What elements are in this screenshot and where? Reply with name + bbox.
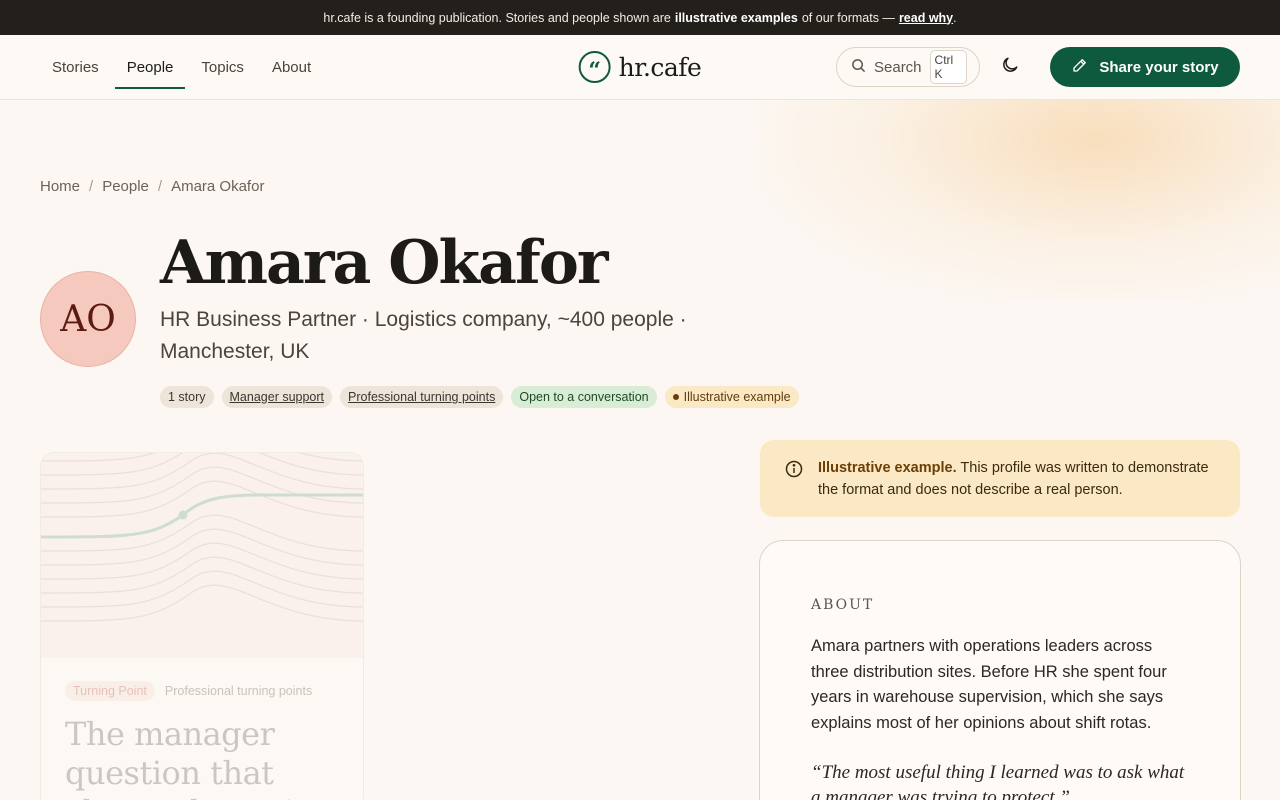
nav-item-people[interactable]: People bbox=[114, 35, 186, 99]
share-story-button[interactable]: Share your story bbox=[1050, 47, 1240, 87]
story-card-topic: Professional turning points bbox=[164, 684, 313, 698]
story-card-illustration bbox=[41, 453, 363, 658]
breadcrumb-separator: / bbox=[157, 178, 163, 195]
breadcrumb-home[interactable]: Home bbox=[40, 178, 80, 195]
search-button[interactable]: Search Ctrl K bbox=[836, 47, 980, 87]
search-icon bbox=[851, 58, 866, 77]
breadcrumb: Home / People / Amara Okafor bbox=[40, 178, 264, 195]
avatar: AO bbox=[40, 271, 136, 367]
nav-item-topics[interactable]: Topics bbox=[189, 35, 256, 99]
announcement-banner: hr.cafe is a founding publication. Stori… bbox=[0, 0, 1280, 35]
nav-item-stories[interactable]: Stories bbox=[40, 35, 111, 99]
banner-bold: illustrative examples bbox=[674, 10, 798, 25]
story-card[interactable]: Turning Point Professional turning point… bbox=[40, 452, 364, 800]
turning-point-badge: Turning Point bbox=[65, 681, 155, 701]
logo-text: hr.cafe bbox=[618, 52, 702, 82]
about-heading: ABOUT bbox=[811, 597, 875, 613]
nav-item-about[interactable]: About bbox=[260, 35, 323, 99]
header-actions: Search Ctrl K Share your story bbox=[836, 47, 1240, 87]
breadcrumb-people[interactable]: People bbox=[102, 178, 149, 195]
breadcrumb-separator: / bbox=[89, 178, 94, 195]
topic-tag-manager-support[interactable]: Manager support bbox=[221, 386, 333, 408]
banner-end: . bbox=[953, 10, 957, 25]
open-to-conversation-badge: Open to a conversation bbox=[511, 386, 657, 408]
illustrative-badge-label: Illustrative example bbox=[683, 390, 791, 404]
profile-tags: 1 story Manager support Professional tur… bbox=[160, 386, 799, 408]
banner-text-after: of our formats — bbox=[801, 10, 895, 25]
site-header: Stories People Topics About “ hr.cafe Se… bbox=[0, 35, 1280, 100]
notice-text: Illustrative example. This profile was w… bbox=[818, 457, 1216, 517]
topic-tag-turning-points[interactable]: Professional turning points bbox=[340, 386, 504, 408]
story-card-title[interactable]: The manager question that changed my vie… bbox=[65, 715, 345, 800]
main-nav: Stories People Topics About bbox=[40, 35, 323, 99]
site-logo[interactable]: “ hr.cafe bbox=[578, 51, 702, 83]
read-why-link[interactable]: read why bbox=[899, 11, 953, 25]
pencil-icon bbox=[1071, 56, 1089, 78]
theme-toggle-button[interactable] bbox=[990, 47, 1030, 87]
about-quote: “The most useful thing I learned was to … bbox=[811, 762, 1185, 800]
search-label: Search bbox=[874, 58, 922, 76]
profile-role: HR Business Partner · Logistics company,… bbox=[160, 308, 687, 363]
story-card-meta: Turning Point Professional turning point… bbox=[65, 681, 312, 701]
dot-icon bbox=[672, 394, 679, 400]
info-icon bbox=[784, 457, 804, 517]
about-text: Amara partners with operations leaders a… bbox=[811, 637, 1167, 732]
share-story-label: Share your story bbox=[1099, 58, 1219, 76]
quote-logo-icon: “ bbox=[578, 51, 611, 83]
decorative-glow bbox=[760, 100, 1280, 300]
breadcrumb-current: Amara Okafor bbox=[171, 178, 265, 195]
story-count-badge: 1 story bbox=[160, 386, 214, 408]
wave-lines-graphic bbox=[41, 453, 363, 622]
illustrative-example-badge: Illustrative example bbox=[664, 386, 799, 408]
moon-icon bbox=[1000, 55, 1020, 80]
search-shortcut: Ctrl K bbox=[929, 50, 967, 84]
about-card: ABOUT Amara partners with operations lea… bbox=[759, 540, 1241, 800]
profile-name: Amara Okafor bbox=[160, 228, 608, 298]
banner-text: hr.cafe is a founding publication. Stori… bbox=[323, 10, 671, 25]
illustrative-notice: Illustrative example. This profile was w… bbox=[760, 440, 1240, 517]
notice-bold: Illustrative example. bbox=[818, 460, 957, 476]
